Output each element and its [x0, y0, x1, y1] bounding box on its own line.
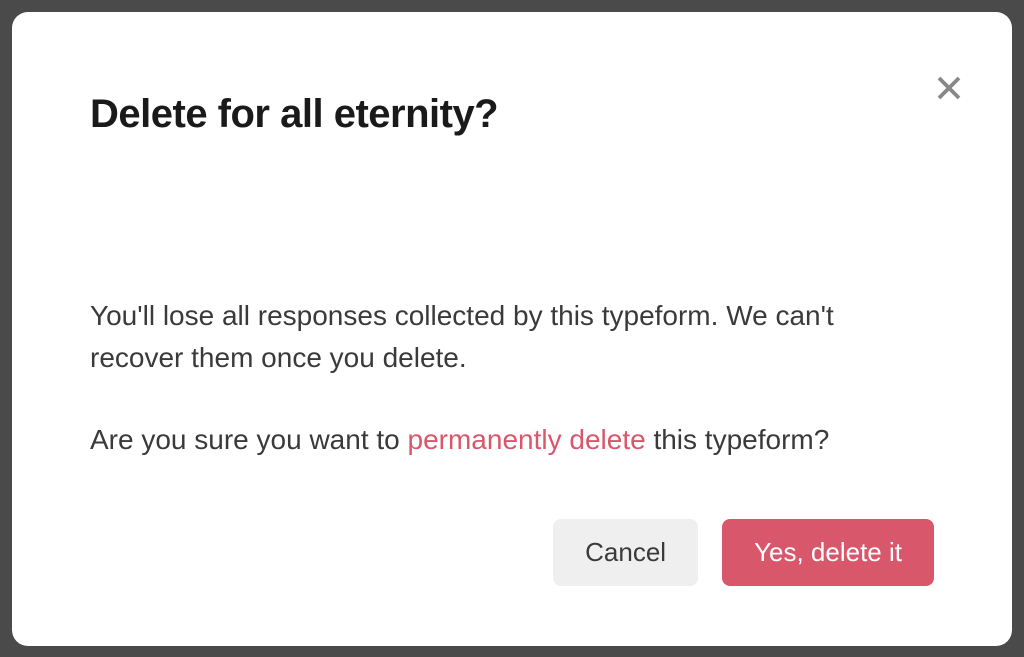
modal-overlay: Delete for all eternity? You'll lose all…	[0, 0, 1024, 657]
confirm-text-emphasis: permanently delete	[408, 424, 646, 455]
confirm-text-part2: this typeform?	[646, 424, 830, 455]
confirm-text-part1: Are you sure you want to	[90, 424, 408, 455]
modal-title: Delete for all eternity?	[90, 92, 934, 137]
cancel-button[interactable]: Cancel	[553, 519, 698, 586]
modal-body: You'll lose all responses collected by t…	[90, 295, 934, 519]
delete-confirmation-modal: Delete for all eternity? You'll lose all…	[12, 12, 1012, 646]
modal-confirmation-text: Are you sure you want to permanently del…	[90, 419, 934, 461]
modal-warning-text: You'll lose all responses collected by t…	[90, 295, 934, 379]
close-button[interactable]	[931, 70, 967, 106]
modal-actions: Cancel Yes, delete it	[90, 519, 934, 586]
confirm-delete-button[interactable]: Yes, delete it	[722, 519, 934, 586]
close-icon	[934, 73, 964, 103]
